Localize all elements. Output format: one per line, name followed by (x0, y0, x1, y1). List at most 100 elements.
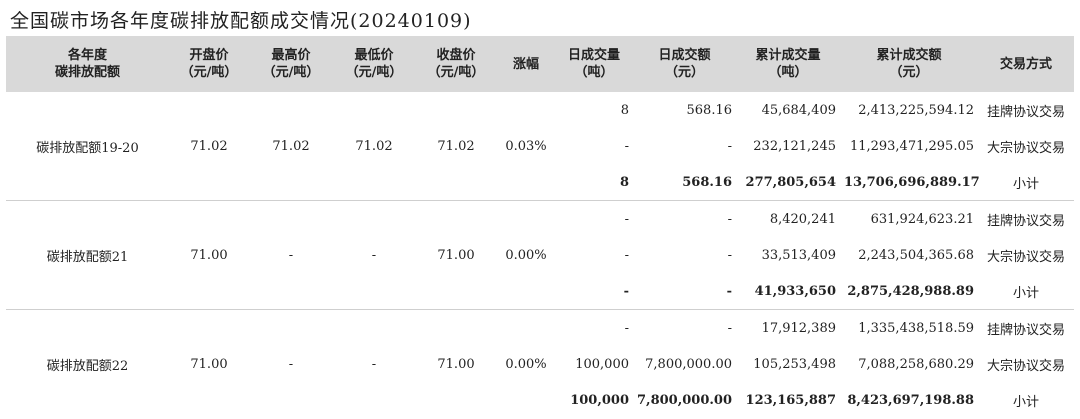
cumulative-volume: 232,121,245 (753, 138, 836, 154)
col-cum-amount-line: （元） (889, 65, 929, 80)
trade-method: 小计 (978, 164, 1074, 201)
col-daily-volume-line: 日成交量 (567, 48, 620, 63)
col-low-price-line: 最低价 (354, 48, 394, 63)
daily-volume: 100,000 (575, 356, 629, 372)
quota-name: 碳排放配额22 (46, 358, 129, 374)
close-price: 71.00 (415, 200, 497, 310)
daily-amount: 568.16 (633, 164, 736, 201)
col-high-price: 最高价 （元/吨） (249, 36, 333, 92)
daily-amount: - (727, 247, 732, 263)
high-price: - (288, 356, 294, 372)
col-high-price-line: 最高价 (271, 48, 311, 63)
daily-amount: 7,800,000.00 (645, 356, 732, 372)
cumulative-volume: 17,912,389 (761, 320, 836, 336)
carbon-quota-table: 各年度碳排放配额 开盘价 （元/吨） 最高价 （元/吨） 最低价 （元/吨） 收盘价 （元/吨）… (6, 36, 1074, 418)
col-year-quota-line: 碳排放配额 (54, 65, 120, 80)
trade-method: 大宗协议交易 (986, 140, 1065, 156)
trade-method: 挂牌协议交易 (986, 322, 1065, 338)
col-change-line: 涨幅 (512, 56, 539, 72)
table-row: 碳排放配额19-20 71.02 71.02 71.02 71.02 0.03% 8 568.… (6, 92, 1074, 201)
trade-method: 大宗协议交易 (986, 358, 1065, 374)
col-change: 涨幅 (497, 36, 555, 92)
daily-volume: - (555, 273, 633, 310)
price-change: 0.00% (497, 200, 555, 310)
quota-name: 碳排放配额19-20 (6, 92, 169, 201)
low-price: - (371, 356, 377, 372)
daily-amount: - (727, 211, 732, 227)
price-change: 0.00% (505, 356, 547, 372)
table-row: 碳排放配额22 71.00 - - 71.00 0.00% - - 17,912,389 1,33… (6, 310, 1074, 374)
header-row: 各年度碳排放配额 开盘价 （元/吨） 最高价 （元/吨） 最低价 （元/吨） 收盘价 （元/吨）… (6, 36, 1074, 92)
col-high-price-line: （元/吨） (262, 65, 320, 80)
quota-group: 碳排放配额22 71.00 - - 71.00 0.00% - - 17,912,389 1,33… (6, 310, 1074, 419)
table-row: 碳排放配额21 71.00- -71.00 0.00% - -8,420,241 631,9… (6, 200, 1074, 310)
daily-volume: - (624, 138, 629, 154)
col-daily-volume: 日成交量 （吨） (555, 36, 633, 92)
quota-group: 碳排放配额21 71.00- -71.00 0.00% - -8,420,241 631,9… (6, 200, 1074, 310)
trade-method: 小计 (1012, 394, 1039, 410)
trade-method: 大宗协议交易 (986, 249, 1065, 265)
cumulative-volume: 41,933,650 (736, 273, 840, 310)
open-price: 71.02 (169, 92, 249, 201)
cumulative-volume: 45,684,409 (761, 102, 836, 118)
daily-amount: - (727, 320, 732, 336)
price-change: 0.03% (497, 92, 555, 201)
col-cum-volume-line: （吨） (768, 65, 808, 80)
daily-amount: 568.16 (686, 102, 733, 118)
cumulative-amount: 2,875,428,988.89 (840, 273, 978, 310)
cumulative-amount: 8,423,697,198.88 (847, 392, 974, 408)
cumulative-volume: 277,805,654 (736, 164, 840, 201)
col-cum-amount: 累计成交额 （元） (840, 36, 978, 92)
col-low-price: 最低价 （元/吨） (333, 36, 415, 92)
col-low-price-line: （元/吨） (345, 65, 403, 80)
daily-volume: - (624, 211, 629, 227)
close-price: 71.00 (437, 356, 475, 372)
high-price: - (249, 200, 333, 310)
daily-volume: 100,000 (570, 392, 629, 408)
cumulative-volume: 8,420,241 (769, 211, 836, 227)
col-open-price-line: 开盘价 (189, 48, 229, 63)
cumulative-amount: 2,413,225,594.12 (858, 102, 974, 118)
col-daily-amount: 日成交额 （元） (633, 36, 736, 92)
quota-name: 碳排放配额21 (6, 200, 169, 310)
col-open-price-line: （元/吨） (180, 65, 238, 80)
trade-method: 挂牌协议交易 (986, 104, 1065, 120)
col-daily-amount-line: （元） (664, 65, 704, 80)
cumulative-volume: 33,513,409 (761, 247, 836, 263)
cumulative-amount: 2,243,504,365.68 (858, 247, 974, 263)
col-close-price-line: 收盘价 (436, 48, 476, 63)
cumulative-amount: 7,088,258,680.29 (858, 356, 974, 372)
cumulative-amount: 13,706,696,889.17 (840, 164, 980, 201)
trade-method: 小计 (978, 273, 1074, 310)
cumulative-amount: 631,924,623.21 (870, 211, 974, 227)
cumulative-volume: 105,253,498 (753, 356, 836, 372)
col-close-price-line: （元/吨） (427, 65, 485, 80)
daily-amount: - (633, 273, 736, 310)
cumulative-volume: 123,165,887 (745, 392, 836, 408)
daily-amount: - (727, 138, 732, 154)
daily-volume: - (624, 247, 629, 263)
daily-amount: 7,800,000.00 (637, 392, 732, 408)
high-price: 71.02 (249, 92, 333, 201)
low-price: 71.02 (333, 92, 415, 201)
col-cum-amount-line: 累计成交额 (876, 48, 942, 63)
low-price: - (333, 200, 415, 310)
daily-volume: 8 (555, 164, 633, 201)
col-year-quota-line: 各年度 (67, 48, 107, 63)
quota-group: 碳排放配额19-20 71.02 71.02 71.02 71.02 0.03% 8 568.… (6, 92, 1074, 201)
col-daily-volume-line: （吨） (574, 65, 614, 80)
trade-method: 挂牌协议交易 (986, 213, 1065, 229)
col-open-price: 开盘价 （元/吨） (169, 36, 249, 92)
daily-volume: - (624, 320, 629, 336)
cumulative-amount: 11,293,471,295.05 (849, 138, 974, 154)
col-cum-volume: 累计成交量 （吨） (736, 36, 840, 92)
col-trade-method-line: 交易方式 (999, 56, 1052, 72)
col-close-price: 收盘价 （元/吨） (415, 36, 497, 92)
close-price: 71.02 (415, 92, 497, 201)
col-year-quota: 各年度 碳排放配额 (6, 36, 169, 92)
page-title: 全国碳市场各年度碳排放配额成交情况(20240109) (10, 10, 472, 32)
table-header: 各年度碳排放配额 开盘价 （元/吨） 最高价 （元/吨） 最低价 （元/吨） 收盘价 （元/吨）… (6, 36, 1074, 92)
cumulative-amount: 1,335,438,518.59 (858, 320, 974, 336)
col-daily-amount-line: 日成交额 (658, 48, 711, 63)
col-trade-method: 交易方式 (978, 36, 1074, 92)
